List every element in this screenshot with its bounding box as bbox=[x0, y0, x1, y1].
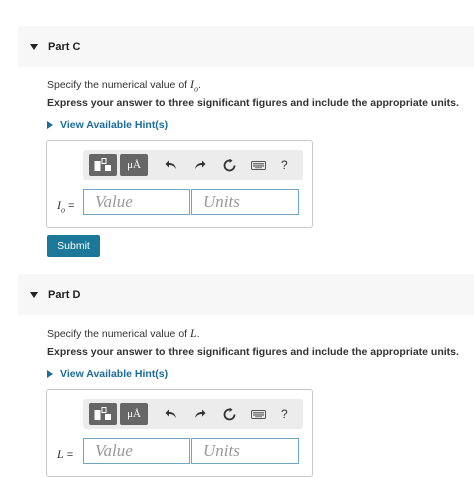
part-c-value-input[interactable]: Value bbox=[83, 189, 190, 215]
undo-icon[interactable] bbox=[162, 156, 180, 174]
collapse-caret-icon[interactable] bbox=[30, 43, 38, 50]
undo-icon[interactable] bbox=[162, 405, 180, 423]
redo-icon[interactable] bbox=[191, 156, 209, 174]
expand-triangle-icon bbox=[47, 370, 53, 378]
part-d-variable-label: L = bbox=[57, 447, 74, 461]
collapse-caret-icon[interactable] bbox=[30, 291, 38, 298]
template-button[interactable] bbox=[89, 154, 117, 176]
math-toolbar: μÅ ? bbox=[83, 399, 303, 429]
keyboard-icon[interactable] bbox=[249, 405, 267, 423]
part-c-units-input[interactable]: Units bbox=[191, 189, 299, 215]
part-d-units-input[interactable]: Units bbox=[191, 438, 299, 464]
part-d-question: Specify the numerical value of L. bbox=[47, 326, 200, 340]
part-c-hint-link[interactable]: View Available Hint(s) bbox=[47, 119, 168, 131]
template-button[interactable] bbox=[89, 403, 117, 425]
part-c-title: Part C bbox=[48, 40, 81, 53]
part-d-title: Part D bbox=[48, 288, 81, 301]
template-icon bbox=[94, 158, 111, 171]
expand-triangle-icon bbox=[47, 121, 53, 129]
math-toolbar: μÅ ? bbox=[83, 150, 303, 180]
submit-button[interactable]: Submit bbox=[47, 235, 100, 257]
part-c-answer-box: μÅ ? Io = Value Units bbox=[46, 140, 313, 228]
part-c-question: Specify the numerical value of Io. bbox=[47, 77, 201, 94]
part-d-instructions: Express your answer to three significant… bbox=[47, 346, 459, 358]
units-button[interactable]: μÅ bbox=[120, 154, 148, 176]
keyboard-icon[interactable] bbox=[249, 156, 267, 174]
redo-icon[interactable] bbox=[191, 405, 209, 423]
help-icon[interactable]: ? bbox=[281, 158, 288, 172]
part-d-value-input[interactable]: Value bbox=[83, 438, 190, 464]
units-button[interactable]: μÅ bbox=[120, 403, 148, 425]
part-c-header[interactable]: Part C bbox=[18, 26, 474, 67]
reset-icon[interactable] bbox=[220, 405, 238, 423]
part-c-instructions: Express your answer to three significant… bbox=[47, 97, 459, 109]
part-d-hint-link[interactable]: View Available Hint(s) bbox=[47, 368, 168, 380]
part-c-variable-label: Io = bbox=[57, 198, 75, 215]
template-icon bbox=[94, 407, 111, 420]
help-icon[interactable]: ? bbox=[281, 407, 288, 421]
part-d-header[interactable]: Part D bbox=[18, 274, 474, 315]
part-d-answer-box: μÅ ? L = Value Units bbox=[46, 389, 313, 477]
reset-icon[interactable] bbox=[220, 156, 238, 174]
